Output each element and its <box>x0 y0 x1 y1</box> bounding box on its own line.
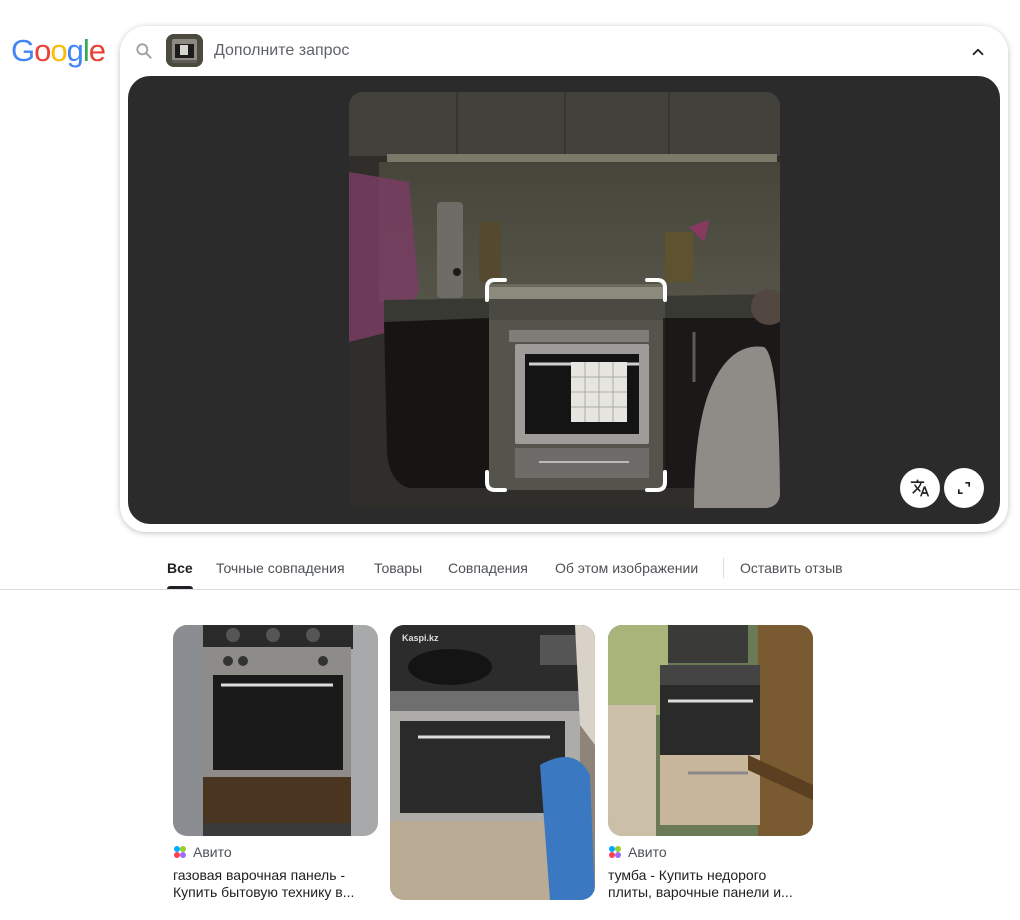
result-image[interactable] <box>608 625 813 836</box>
oven-image <box>390 625 595 900</box>
tab-all[interactable]: Все <box>167 560 193 589</box>
oven-image <box>173 625 378 836</box>
google-lens-results-page: Google Дополните запрос Все Точные совпа… <box>0 0 1020 920</box>
feedback-link[interactable]: Оставить отзыв <box>740 560 843 576</box>
google-logo[interactable]: Google <box>11 33 106 69</box>
result-card[interactable]: Авито тумба - Купить недорого плиты, вар… <box>608 625 813 901</box>
source-name: Авито <box>628 844 667 860</box>
result-title[interactable]: газовая варочная панель - Купить бытовую… <box>173 867 373 901</box>
logo-letter: o <box>34 33 51 68</box>
tab-about-image[interactable]: Об этом изображении <box>555 560 698 576</box>
logo-letter: G <box>11 33 35 68</box>
result-source: Авито <box>608 844 813 860</box>
chevron-up-icon <box>972 48 984 56</box>
logo-letter: o <box>50 33 67 68</box>
query-image-thumbnail[interactable] <box>166 34 203 67</box>
image-viewer <box>128 76 1000 524</box>
result-image[interactable]: Kaspi.kz <box>390 625 595 900</box>
avito-icon <box>174 846 186 858</box>
collapse-button[interactable] <box>965 39 991 65</box>
translate-button[interactable] <box>900 468 940 508</box>
avito-icon <box>609 846 621 858</box>
tab-exact-matches[interactable]: Точные совпадения <box>216 560 345 576</box>
oven-image <box>608 625 813 836</box>
crop-selection-frame[interactable] <box>349 92 780 508</box>
query-photo[interactable] <box>349 92 780 508</box>
result-source: Авито <box>173 844 378 860</box>
tab-divider <box>723 558 724 578</box>
tab-products[interactable]: Товары <box>374 560 422 576</box>
search-input[interactable] <box>214 38 934 64</box>
source-name: Авито <box>193 844 232 860</box>
tab-visual-matches[interactable]: Совпадения <box>448 560 528 576</box>
result-title[interactable]: тумба - Купить недорого плиты, варочные … <box>608 867 808 901</box>
result-card[interactable]: Kaspi.kz <box>390 625 595 900</box>
search-card <box>120 26 1008 532</box>
result-card[interactable]: Авито газовая варочная панель - Купить б… <box>173 625 378 901</box>
translate-icon <box>910 479 930 497</box>
expand-icon <box>958 482 970 494</box>
logo-letter: g <box>66 33 84 68</box>
logo-letter: e <box>88 33 106 68</box>
search-icon <box>136 43 152 59</box>
results-tabs: Все Точные совпадения Товары Совпадения … <box>0 548 1020 590</box>
fullscreen-button[interactable] <box>944 468 984 508</box>
result-image[interactable] <box>173 625 378 836</box>
oven-thumbnail-image <box>166 34 203 67</box>
watermark: Kaspi.kz <box>402 633 439 643</box>
search-bar <box>120 26 1008 76</box>
